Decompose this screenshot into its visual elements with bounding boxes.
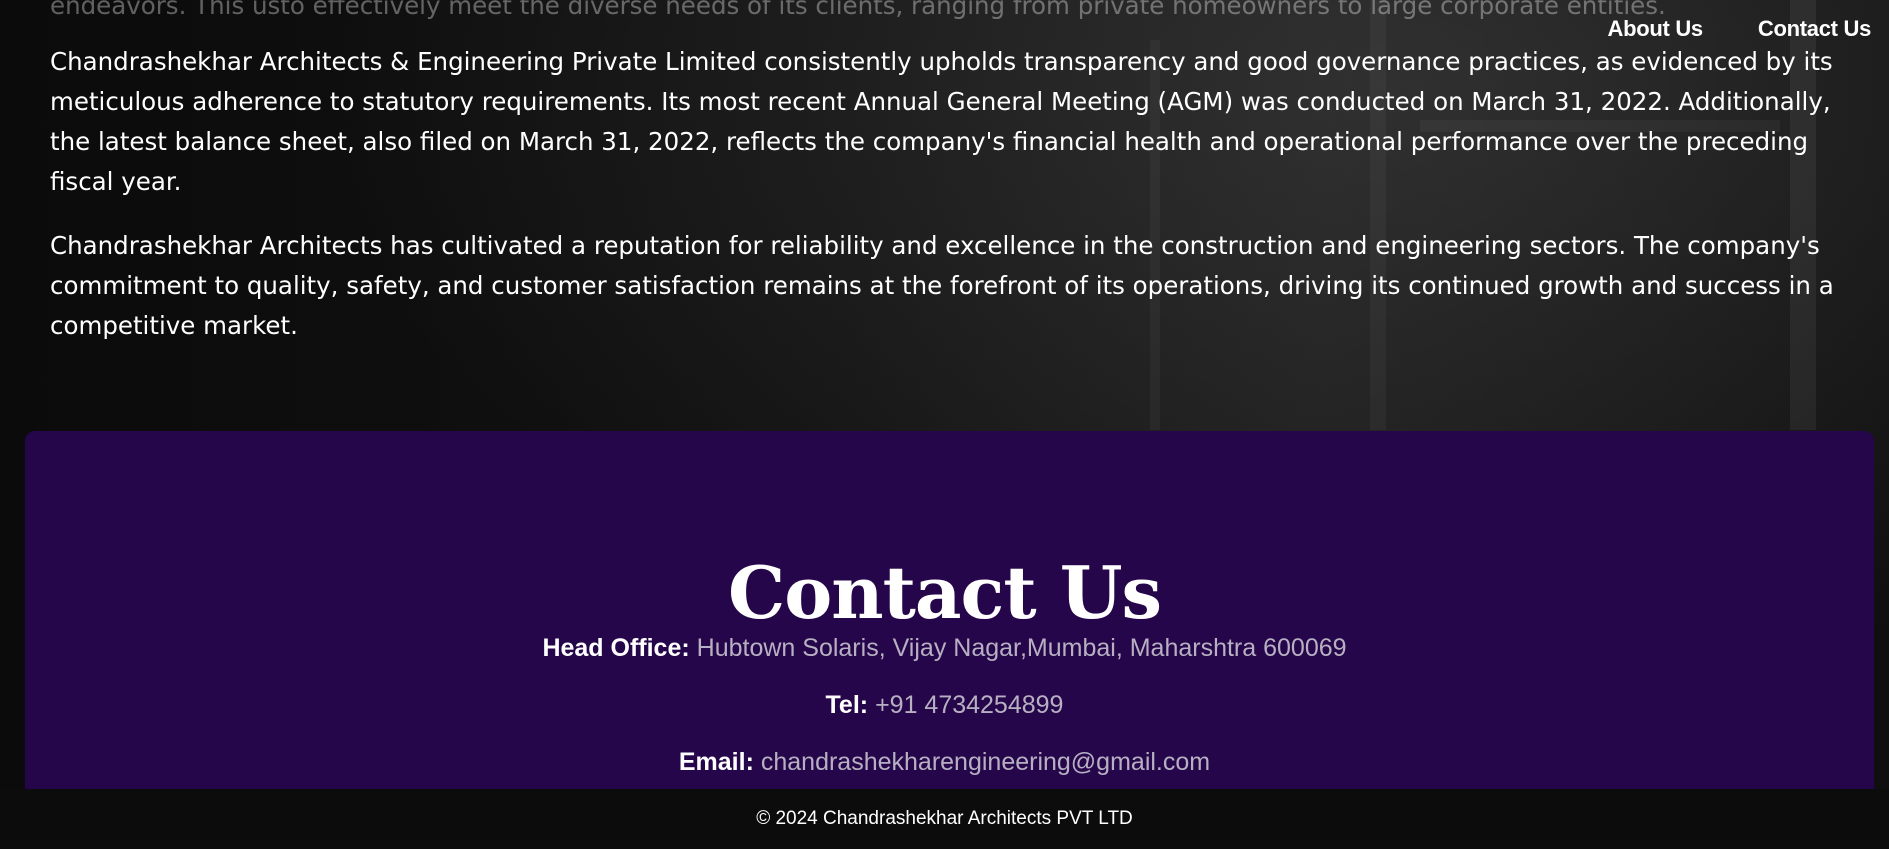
about-paragraph: endeavors. This usto effectively meet th… bbox=[50, 0, 1666, 20]
email-address[interactable]: chandrashekharengineering@gmail.com bbox=[761, 748, 1210, 776]
page: About Us Contact Us endeavors. This usto… bbox=[0, 0, 1889, 849]
email-line: Email: chandrashekharengineering@gmail.c… bbox=[0, 748, 1889, 777]
nav-link-contact-us[interactable]: Contact Us bbox=[1758, 16, 1871, 42]
about-section: endeavors. This usto effectively meet th… bbox=[50, 0, 1850, 370]
email-label: Email: bbox=[678, 748, 754, 776]
telephone-line: Tel: +91 4734254899 bbox=[0, 691, 1889, 720]
head-office-line: Head Office: Hubtown Solaris, Vijay Naga… bbox=[0, 634, 1889, 663]
footer: © 2024 Chandrashekhar Architects PVT LTD bbox=[0, 789, 1889, 849]
top-nav: About Us Contact Us bbox=[1608, 16, 1872, 42]
nav-link-about-us[interactable]: About Us bbox=[1608, 16, 1704, 42]
telephone-number[interactable]: +91 4734254899 bbox=[875, 691, 1063, 719]
copyright-text: © 2024 Chandrashekhar Architects PVT LTD bbox=[756, 808, 1133, 829]
telephone-label: Tel: bbox=[825, 691, 869, 719]
contact-title: Contact Us bbox=[727, 549, 1162, 635]
head-office-address: Hubtown Solaris, Vijay Nagar,Mumbai, Mah… bbox=[696, 634, 1347, 662]
about-paragraph: Chandrashekhar Architects has cultivated… bbox=[50, 231, 1834, 340]
head-office-label: Head Office: bbox=[542, 634, 690, 662]
about-paragraph: Chandrashekhar Architects & Engineering … bbox=[50, 47, 1833, 196]
